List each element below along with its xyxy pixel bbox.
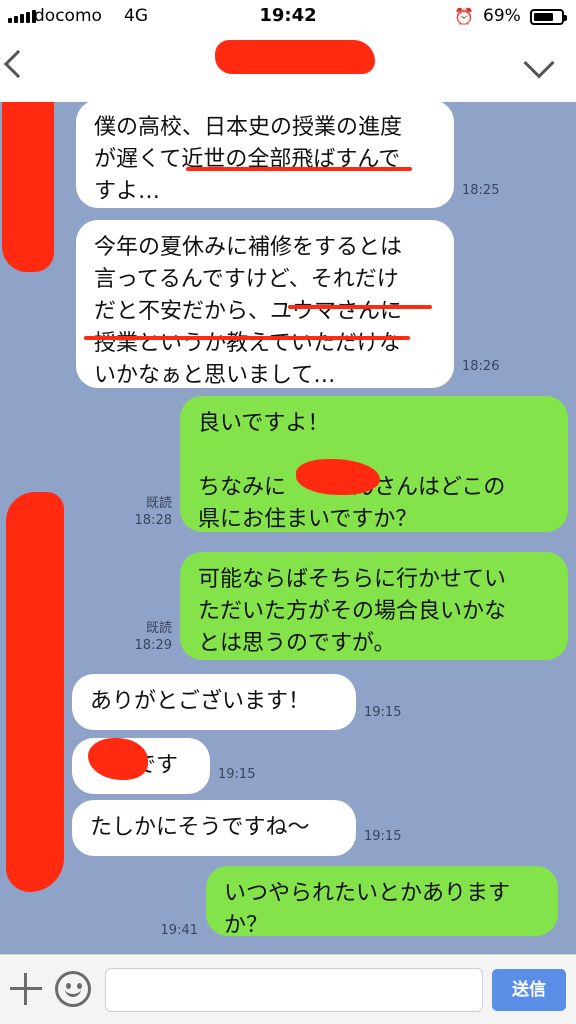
message-time: 18:28	[134, 513, 172, 528]
status-bar: docomo 4G 19:42 ⏰ 69%	[0, 0, 576, 34]
message-bubble-outgoing: 可能ならばそちらに行かせてい ただいた方がその場合良いかな とは思うのですが。	[180, 552, 568, 660]
chevron-down-icon[interactable]	[523, 47, 555, 79]
read-receipt: 既読	[145, 496, 172, 511]
battery-icon	[530, 9, 567, 25]
message-time: 18:25	[462, 183, 500, 198]
message-time: 18:26	[462, 359, 500, 374]
message-bubble-incoming: 僕の高校、日本史の授業の進度 が遅くて近世の全部飛ばすんで すよ…	[76, 102, 454, 208]
emoji-icon[interactable]	[55, 971, 91, 1007]
message-time: 19:15	[364, 705, 402, 720]
message-input-bar: 送信	[0, 954, 576, 1024]
message-time: 19:15	[218, 767, 256, 782]
underline-mark	[84, 336, 410, 340]
message-bubble-outgoing: 良いですよ！ ちなみに んさんはどこの 県にお住まいですか？	[180, 396, 568, 532]
underline-mark	[186, 167, 412, 171]
underline-mark	[288, 305, 432, 309]
message-input[interactable]	[105, 968, 483, 1012]
message-bubble-incoming: たしかにそうですね〜	[72, 800, 356, 856]
plus-icon[interactable]	[10, 973, 42, 1005]
avatar-redaction	[6, 492, 64, 892]
message-bubble-incoming: 今年の夏休みに補修をするとは 言ってるんですけど、それだけ だと不安だから、ユウ…	[76, 220, 454, 388]
send-button[interactable]: 送信	[492, 969, 566, 1011]
chat-title-redacted	[215, 40, 375, 74]
message-bubble-incoming: ありがとございます！	[72, 674, 356, 730]
battery-percent: 69%	[483, 6, 521, 26]
message-list[interactable]: 僕の高校、日本史の授業の進度 が遅くて近世の全部飛ばすんで すよ… 18:25 …	[0, 102, 576, 954]
message-time: 18:29	[134, 638, 172, 653]
read-receipt: 既読	[145, 621, 172, 636]
chat-header	[0, 34, 576, 102]
message-bubble-outgoing: いつやられたいとかありますか？	[206, 866, 558, 938]
alarm-icon: ⏰	[454, 7, 474, 26]
back-arrow-icon[interactable]	[3, 49, 33, 79]
message-time: 19:15	[364, 829, 402, 844]
message-time: 19:41	[160, 923, 198, 938]
avatar-redaction	[2, 102, 54, 272]
